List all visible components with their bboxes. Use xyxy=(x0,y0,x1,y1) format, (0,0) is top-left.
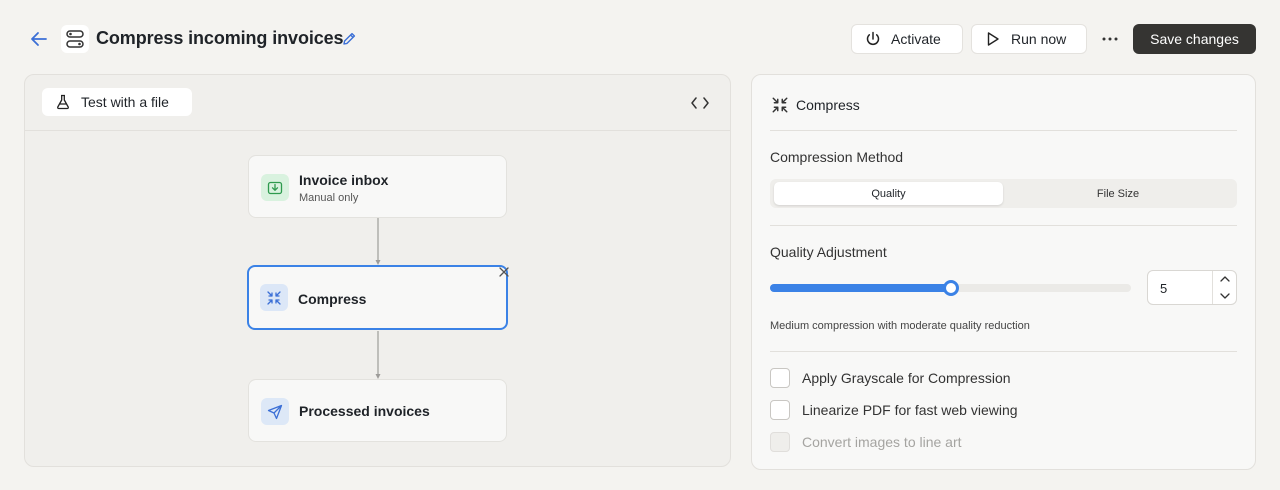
inbox-download-icon xyxy=(261,174,289,201)
pencil-icon[interactable] xyxy=(339,29,359,49)
node-compress[interactable]: Compress xyxy=(247,265,508,330)
grayscale-option[interactable]: Apply Grayscale for Compression xyxy=(770,368,1011,388)
quality-value[interactable]: 5 xyxy=(1160,281,1167,296)
power-icon xyxy=(866,31,880,46)
play-icon xyxy=(987,32,999,46)
grayscale-label: Apply Grayscale for Compression xyxy=(802,370,1011,386)
close-icon[interactable] xyxy=(496,264,512,280)
slider-fill xyxy=(770,284,951,292)
quality-help-text: Medium compression with moderate quality… xyxy=(770,320,1030,332)
test-with-file-label: Test with a file xyxy=(81,94,169,110)
panel-title: Compress xyxy=(796,97,860,113)
send-icon xyxy=(261,398,289,425)
connector-line xyxy=(375,218,381,266)
line-art-checkbox xyxy=(770,432,790,452)
linearize-label: Linearize PDF for fast web viewing xyxy=(802,402,1018,418)
node-invoice-inbox[interactable]: Invoice inbox Manual only xyxy=(248,155,507,218)
compress-arrows-icon xyxy=(772,97,788,113)
chevron-down-icon[interactable] xyxy=(1213,288,1237,304)
node-subtitle: Manual only xyxy=(299,192,359,204)
workflow-icon xyxy=(61,25,89,53)
quality-adjustment-label: Quality Adjustment xyxy=(770,244,887,260)
more-options-icon[interactable] xyxy=(1098,28,1122,50)
node-title: Processed invoices xyxy=(299,403,430,419)
line-art-option: Convert images to line art xyxy=(770,432,962,452)
workflow-canvas: Test with a file Invoice inbox Manual on… xyxy=(24,74,731,467)
linearize-checkbox[interactable] xyxy=(770,400,790,420)
run-now-button[interactable]: Run now xyxy=(971,24,1087,54)
code-icon[interactable] xyxy=(689,92,711,114)
divider xyxy=(770,351,1237,352)
test-with-file-button[interactable]: Test with a file xyxy=(42,88,192,116)
divider xyxy=(770,130,1237,131)
slider-thumb[interactable] xyxy=(943,280,959,296)
compression-method-label: Compression Method xyxy=(770,149,904,165)
grayscale-checkbox[interactable] xyxy=(770,368,790,388)
node-processed-invoices[interactable]: Processed invoices xyxy=(248,379,507,442)
flask-icon xyxy=(57,94,69,110)
quality-slider[interactable] xyxy=(770,280,1131,296)
node-title: Invoice inbox xyxy=(299,172,389,188)
canvas-toolbar: Test with a file xyxy=(25,75,730,131)
run-now-label: Run now xyxy=(1011,31,1067,47)
page-title: Compress incoming invoices xyxy=(96,28,344,48)
line-art-label: Convert images to line art xyxy=(802,434,962,450)
quality-stepper[interactable]: 5 xyxy=(1147,270,1237,305)
back-arrow-icon[interactable] xyxy=(26,27,52,51)
method-quality-option[interactable]: Quality xyxy=(774,182,1003,205)
node-title: Compress xyxy=(298,291,367,307)
chevron-up-icon[interactable] xyxy=(1213,271,1237,287)
compression-method-toggle: Quality File Size xyxy=(770,179,1237,208)
connector-line xyxy=(375,331,381,380)
activate-button[interactable]: Activate xyxy=(851,24,963,54)
activate-label: Activate xyxy=(891,31,941,47)
method-file-size-option[interactable]: File Size xyxy=(1003,182,1233,205)
linearize-option[interactable]: Linearize PDF for fast web viewing xyxy=(770,400,1018,420)
header-bar: Compress incoming invoices Activate Run … xyxy=(0,0,1280,78)
compress-arrows-icon xyxy=(260,284,288,311)
divider xyxy=(770,225,1237,226)
compress-settings-panel: Compress Compression Method Quality File… xyxy=(751,74,1256,470)
save-changes-button[interactable]: Save changes xyxy=(1133,24,1256,54)
